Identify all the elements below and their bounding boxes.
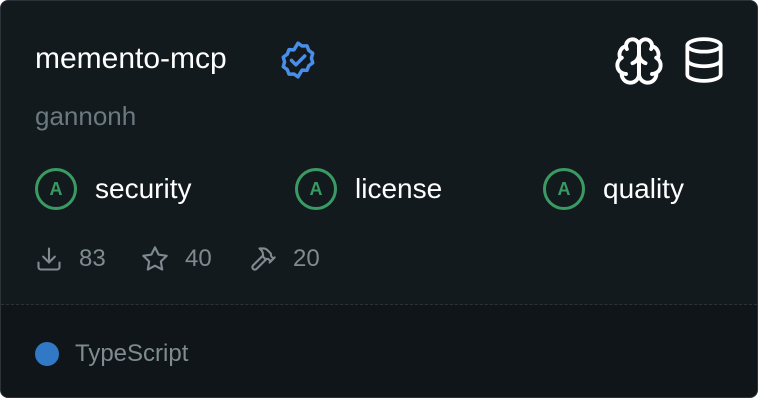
license-label: license [355, 173, 443, 204]
language-label: TypeScript [75, 340, 189, 367]
database-icon [685, 37, 723, 83]
quality-label: quality [603, 173, 684, 204]
score-license: A license [295, 165, 442, 213]
stars-count: 40 [185, 245, 212, 272]
footer-divider [1, 304, 757, 305]
package-author[interactable]: gannonh [35, 99, 136, 133]
star-icon [142, 246, 168, 271]
security-label: security [95, 173, 192, 204]
quality-grade-badge: A [543, 168, 585, 210]
downloads-stat: 83 [35, 241, 106, 277]
license-grade-badge: A [295, 168, 337, 210]
language-color-dot [35, 342, 59, 366]
package-name[interactable]: memento-mcp [35, 39, 227, 79]
score-quality: A quality [543, 165, 684, 213]
verified-badge-icon [281, 41, 315, 79]
stars-stat: 40 [141, 241, 212, 277]
hammer-icon [251, 247, 276, 271]
package-card[interactable]: memento-mcp gannonh A security A license… [0, 0, 758, 398]
tools-count: 20 [293, 245, 320, 272]
security-grade-badge: A [35, 168, 77, 210]
downloads-count: 83 [79, 245, 106, 272]
score-security: A security [35, 165, 191, 213]
tools-stat: 20 [249, 241, 320, 277]
download-icon [37, 247, 61, 271]
brain-icon [615, 37, 663, 85]
